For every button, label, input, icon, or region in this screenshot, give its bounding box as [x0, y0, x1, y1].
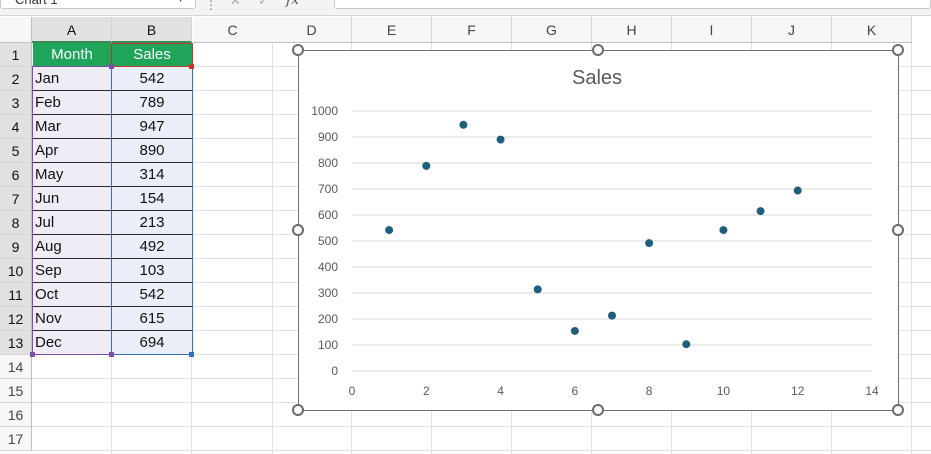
data-point[interactable] [645, 239, 654, 248]
x-tick-label: 4 [497, 384, 504, 398]
x-tick-label: 8 [646, 384, 653, 398]
data-point[interactable] [756, 207, 765, 216]
chart-resize-handle[interactable] [592, 44, 604, 56]
column-header-g[interactable]: G [512, 17, 592, 43]
chart-resize-handle[interactable] [292, 224, 304, 236]
insert-function-icon[interactable]: fx [286, 0, 299, 8]
chart-resize-handle[interactable] [592, 404, 604, 416]
chart-area[interactable]: Sales 0 100 200 300 400 500 600 700 800 900 1000 0 2… [298, 50, 899, 411]
row-header-7[interactable]: 7 [0, 187, 32, 211]
row-header-9[interactable]: 9 [0, 235, 32, 259]
row-header-13[interactable]: 13 [0, 331, 32, 355]
row-header-8[interactable]: 8 [0, 211, 32, 235]
column-header-b[interactable]: B [112, 17, 192, 43]
row-header-16[interactable]: 16 [0, 403, 32, 427]
chart-title[interactable]: Sales [572, 67, 622, 89]
column-header-c[interactable]: C [193, 17, 273, 43]
column-header-e[interactable]: E [352, 17, 432, 43]
data-point[interactable] [682, 340, 691, 349]
y-tick-label: 400 [318, 260, 338, 274]
y-tick-label: 500 [318, 234, 338, 248]
y-tick-label: 200 [318, 312, 338, 326]
header-cell-month[interactable]: Month [33, 43, 111, 67]
chart-resize-handle[interactable] [892, 44, 904, 56]
row-header-3[interactable]: 3 [0, 91, 32, 115]
x-tick-label: 2 [423, 384, 430, 398]
row-header-12[interactable]: 12 [0, 307, 32, 331]
row-header-2[interactable]: 2 [0, 67, 32, 91]
column-header-f[interactable]: F [432, 17, 512, 43]
select-all-corner[interactable] [0, 17, 32, 43]
range-outline-month [32, 66, 112, 355]
column-header-h[interactable]: H [592, 17, 672, 43]
row-header-15[interactable]: 15 [0, 379, 32, 403]
column-header-k[interactable]: K [832, 17, 912, 43]
range-handle[interactable] [109, 64, 114, 69]
y-tick-label: 900 [318, 130, 338, 144]
column-header-a[interactable]: A [32, 17, 112, 43]
formula-bar-separator: ⋮ [205, 0, 217, 12]
x-tick-label: 10 [717, 384, 731, 398]
data-point[interactable] [533, 285, 542, 294]
range-handle[interactable] [109, 352, 114, 357]
chart-resize-handle[interactable] [292, 404, 304, 416]
chart-resize-handle[interactable] [892, 224, 904, 236]
name-box[interactable]: Chart 1 [0, 0, 196, 9]
x-tick-label: 12 [791, 384, 805, 398]
range-handle[interactable] [30, 352, 35, 357]
data-point[interactable] [570, 326, 579, 335]
data-point[interactable] [459, 120, 468, 129]
chevron-down-icon[interactable]: ▾ [178, 0, 183, 5]
row-header-17[interactable]: 17 [0, 427, 32, 451]
row-header-14[interactable]: 14 [0, 355, 32, 379]
data-point[interactable] [719, 226, 728, 235]
enter-icon[interactable]: ✓ [258, 0, 269, 9]
range-outline-sales [111, 66, 193, 355]
row-header-1[interactable]: 1 [0, 43, 32, 67]
column-header-j[interactable]: J [752, 17, 832, 43]
formula-input[interactable] [334, 0, 931, 9]
y-tick-label: 300 [318, 286, 338, 300]
gridline-horizontal [32, 426, 931, 427]
y-tick-label: 1000 [311, 104, 338, 118]
y-tick-label: 700 [318, 182, 338, 196]
x-tick-label: 14 [865, 384, 879, 398]
column-header-i[interactable]: I [672, 17, 752, 43]
data-point[interactable] [385, 226, 394, 235]
gridline-horizontal [32, 450, 931, 451]
chart-resize-handle[interactable] [892, 404, 904, 416]
x-tick-label: 0 [349, 384, 356, 398]
row-header-10[interactable]: 10 [0, 259, 32, 283]
column-header-d[interactable]: D [272, 17, 352, 43]
y-tick-label: 0 [331, 364, 338, 378]
data-point[interactable] [793, 186, 802, 195]
y-tick-label: 600 [318, 208, 338, 222]
row-header-11[interactable]: 11 [0, 283, 32, 307]
data-point[interactable] [422, 161, 431, 170]
range-handle[interactable] [189, 352, 194, 357]
y-tick-label: 800 [318, 156, 338, 170]
y-tick-label: 100 [318, 338, 338, 352]
scatter-chart: Sales 0 100 200 300 400 500 600 700 800 900 1000 0 2… [311, 67, 879, 398]
row-header-4[interactable]: 4 [0, 115, 32, 139]
range-outline-series-name [111, 43, 193, 67]
cancel-icon[interactable]: ✕ [230, 0, 241, 9]
range-handle[interactable] [189, 64, 194, 69]
row-header-5[interactable]: 5 [0, 139, 32, 163]
row-header-6[interactable]: 6 [0, 163, 32, 187]
data-point[interactable] [496, 135, 505, 144]
x-tick-label: 6 [572, 384, 579, 398]
chart-resize-handle[interactable] [292, 44, 304, 56]
data-point[interactable] [608, 311, 616, 320]
gridline-vertical [911, 43, 912, 454]
gridline-vertical [272, 43, 273, 454]
